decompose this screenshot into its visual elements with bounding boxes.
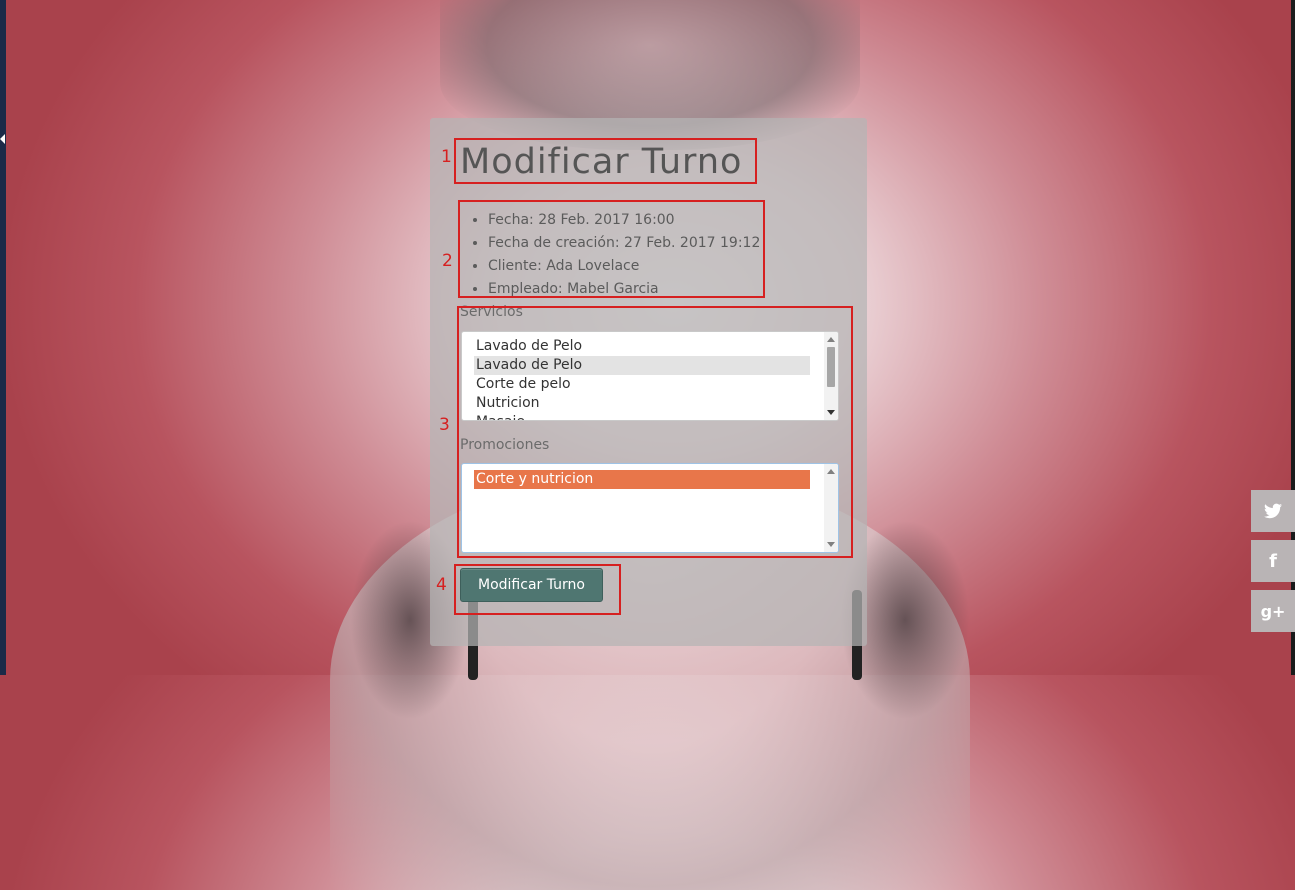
facebook-icon[interactable]: f <box>1251 540 1295 582</box>
annotation-box-4 <box>454 564 621 615</box>
annotation-box-1 <box>454 138 757 184</box>
annotation-number-3: 3 <box>439 415 450 435</box>
annotation-number-2: 2 <box>442 251 453 271</box>
annotation-box-3 <box>457 306 853 558</box>
google-plus-icon[interactable]: g+ <box>1251 590 1295 632</box>
collapse-caret-icon[interactable] <box>0 134 5 144</box>
twitter-bird-icon <box>1264 503 1282 519</box>
left-edge-bar <box>0 0 6 675</box>
annotation-box-2 <box>458 200 765 298</box>
twitter-icon[interactable] <box>1251 490 1295 532</box>
annotation-number-1: 1 <box>441 147 452 167</box>
annotation-number-4: 4 <box>436 575 447 595</box>
